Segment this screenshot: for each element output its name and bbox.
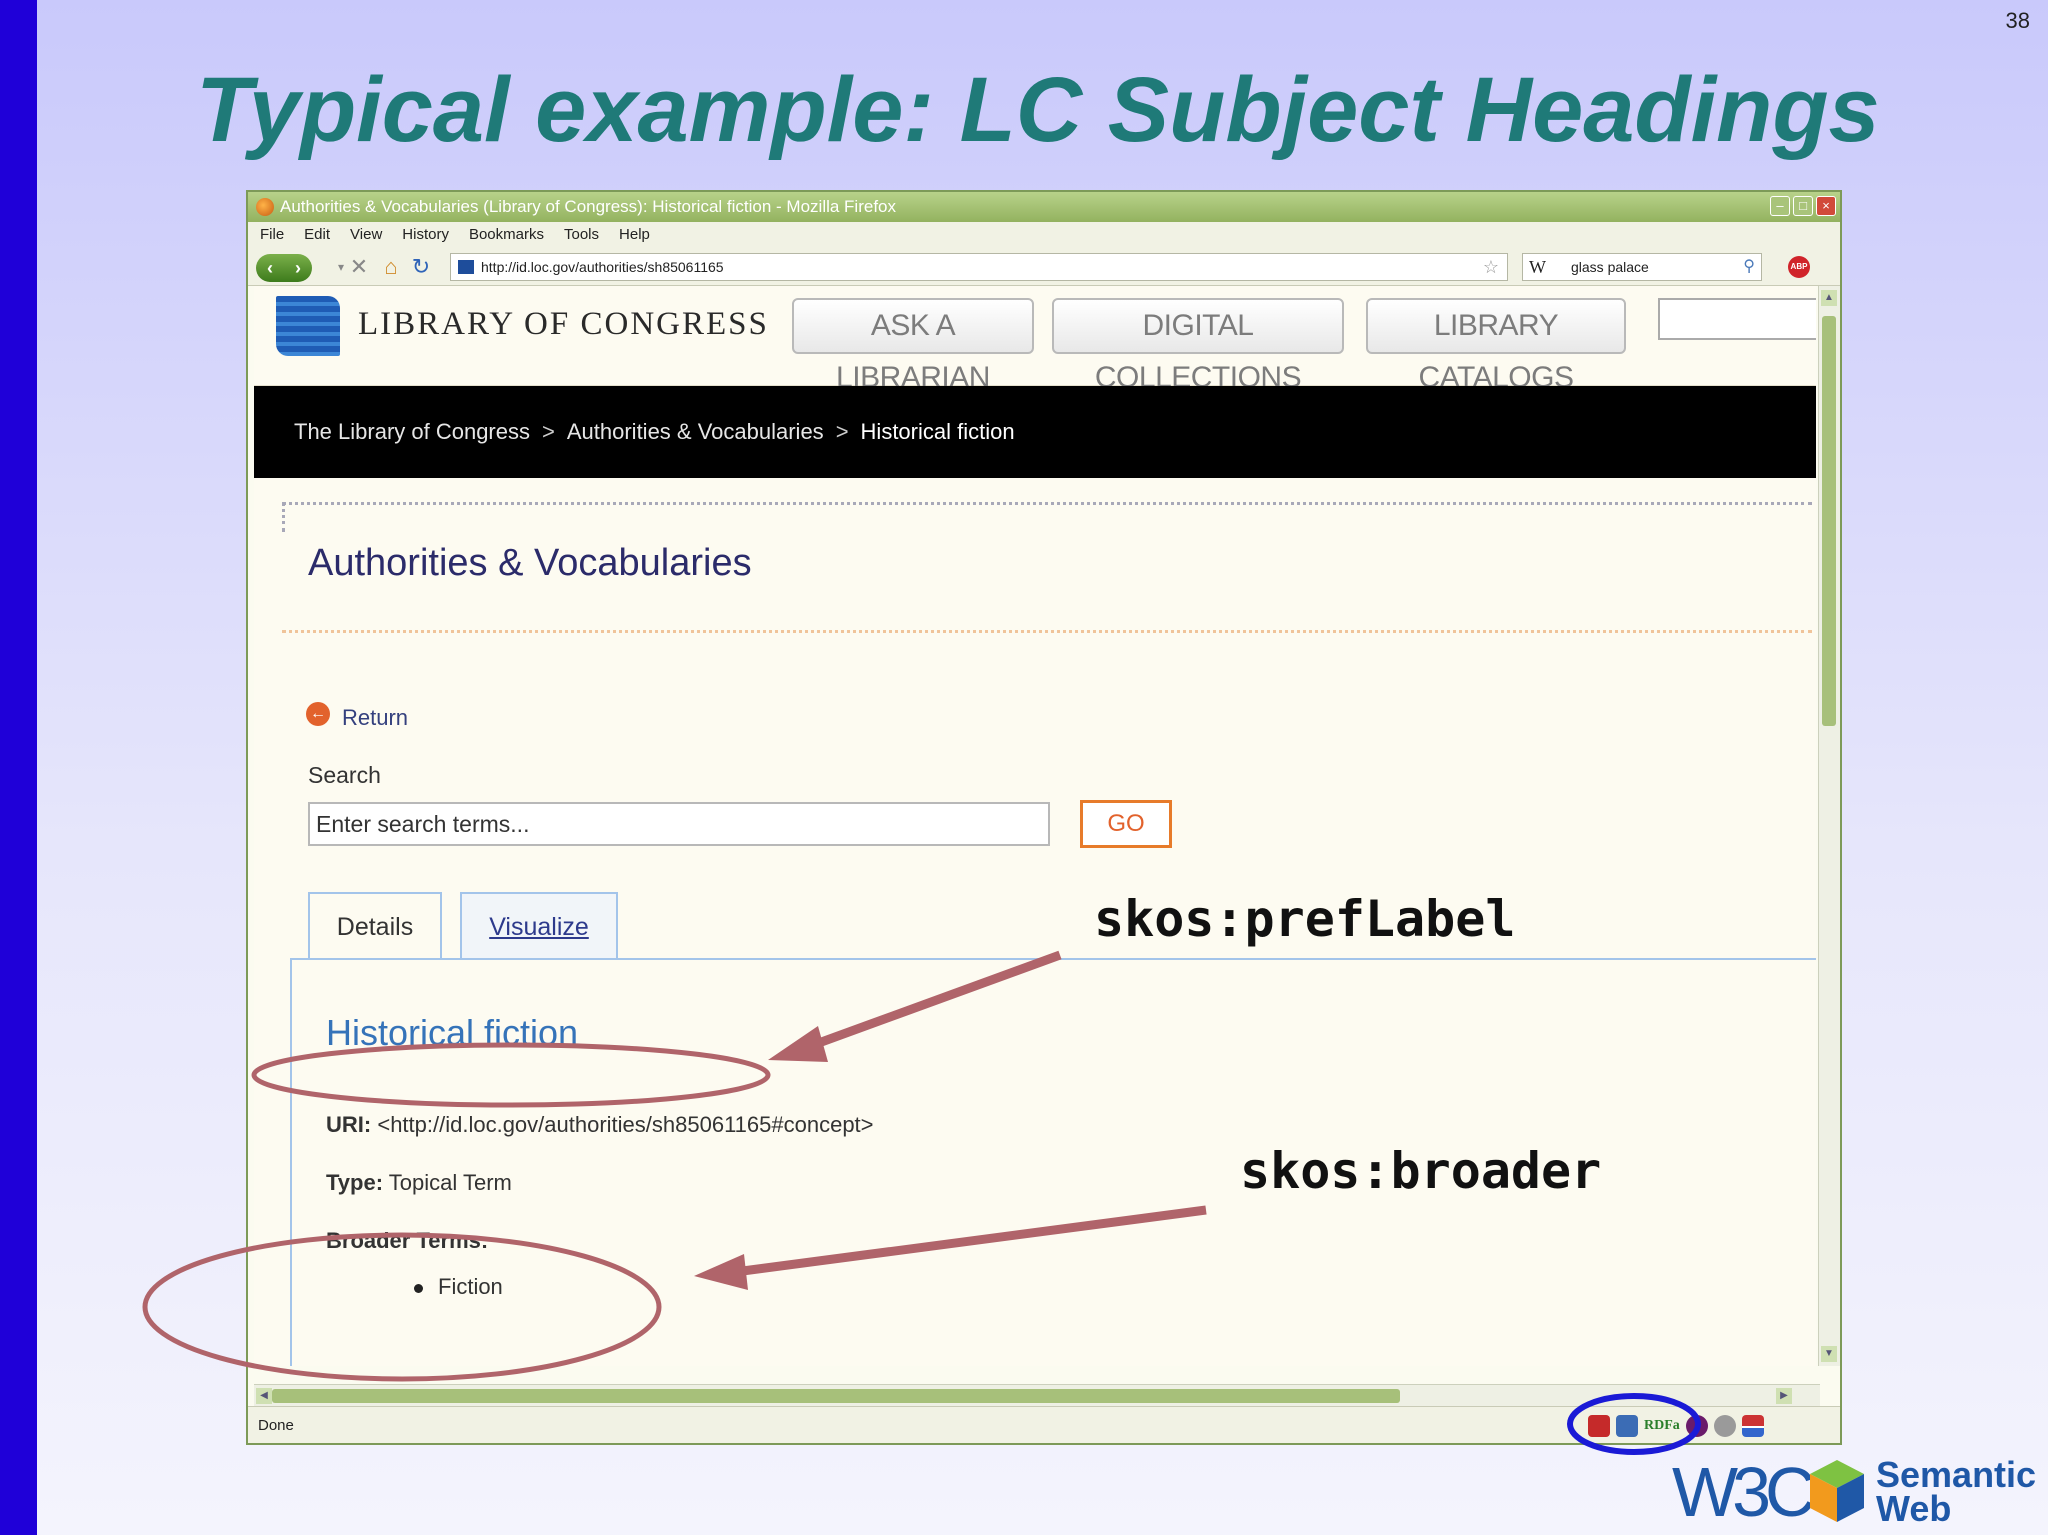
broader-term-fiction[interactable]: Fiction bbox=[438, 1274, 503, 1300]
ask-librarian-button[interactable]: ASK A LIBRARIAN bbox=[792, 298, 1034, 394]
return-arrow-icon[interactable]: ← bbox=[306, 702, 330, 726]
vertical-scroll-thumb[interactable] bbox=[1822, 316, 1836, 726]
semantic-web-line2: Web bbox=[1876, 1488, 1952, 1529]
breadcrumb-separator: > bbox=[835, 419, 849, 444]
type-row: Type: Topical Term bbox=[326, 1170, 512, 1196]
uri-value: <http://id.loc.gov/authorities/sh8506116… bbox=[377, 1112, 874, 1137]
site-favicon bbox=[458, 260, 474, 274]
digital-collections-button[interactable]: DIGITAL COLLECTIONS bbox=[1052, 298, 1344, 394]
search-box-text: glass palace bbox=[1571, 259, 1649, 275]
uri-row: URI: <http://id.loc.gov/authorities/sh85… bbox=[326, 1112, 874, 1138]
search-box[interactable]: W glass palace ⚲ bbox=[1522, 253, 1762, 281]
return-link[interactable]: Return bbox=[342, 705, 408, 731]
status-text: Done bbox=[258, 1417, 294, 1434]
navigation-toolbar: ‹ › ▾ ✕ ⌂ ↻ http://id.loc.gov/authoritie… bbox=[248, 248, 1840, 286]
minimize-button[interactable]: – bbox=[1770, 196, 1790, 216]
purple-addon-icon[interactable] bbox=[1685, 1415, 1708, 1437]
dotted-divider bbox=[282, 502, 1812, 505]
menu-view[interactable]: View bbox=[350, 222, 382, 248]
horizontal-scroll-thumb[interactable] bbox=[272, 1389, 1400, 1403]
semantic-web-cube-icon bbox=[1810, 1460, 1864, 1522]
window-titlebar[interactable]: Authorities & Vocabularies (Library of C… bbox=[248, 192, 1840, 222]
wikipedia-icon[interactable]: W bbox=[1529, 254, 1546, 280]
go-button[interactable]: GO bbox=[1080, 800, 1172, 848]
site-search-input[interactable] bbox=[1658, 298, 1816, 340]
window-title: Authorities & Vocabularies (Library of C… bbox=[280, 197, 897, 216]
scroll-up-icon[interactable]: ▲ bbox=[1821, 290, 1837, 306]
annotation-broader: skos:broader bbox=[1240, 1142, 1602, 1200]
breadcrumb-current: Historical fiction bbox=[860, 419, 1015, 444]
site-name[interactable]: LIBRARY OF CONGRESS bbox=[358, 306, 769, 343]
menu-bookmarks[interactable]: Bookmarks bbox=[469, 222, 544, 248]
dotted-divider bbox=[282, 502, 285, 532]
scroll-right-icon[interactable]: ▶ bbox=[1776, 1388, 1792, 1404]
reload-icon[interactable]: ↻ bbox=[408, 254, 434, 280]
breadcrumb-home[interactable]: The Library of Congress bbox=[294, 419, 530, 444]
close-button[interactable]: × bbox=[1816, 196, 1836, 216]
slide-number: 38 bbox=[2005, 8, 2030, 33]
status-bar: Done RDFa bbox=[248, 1406, 1840, 1443]
url-text: http://id.loc.gov/authorities/sh85061165 bbox=[481, 259, 724, 275]
home-icon[interactable]: ⌂ bbox=[378, 254, 404, 280]
section-title: Authorities & Vocabularies bbox=[308, 542, 752, 584]
menu-edit[interactable]: Edit bbox=[304, 222, 330, 248]
search-input[interactable]: Enter search terms... bbox=[308, 802, 1050, 846]
breadcrumb-separator: > bbox=[542, 419, 555, 444]
semantic-web-line1: Semantic bbox=[1876, 1454, 2037, 1495]
maximize-button[interactable]: □ bbox=[1793, 196, 1813, 216]
firefox-icon bbox=[256, 198, 274, 216]
broader-terms-label: Broader Terms: bbox=[326, 1228, 489, 1253]
link-addon-icon[interactable] bbox=[1713, 1415, 1736, 1437]
magnifier-icon[interactable]: ⚲ bbox=[1743, 254, 1755, 280]
url-bar[interactable]: http://id.loc.gov/authorities/sh85061165… bbox=[450, 253, 1508, 281]
browser-window: Authorities & Vocabularies (Library of C… bbox=[246, 190, 1842, 1445]
tab-divider bbox=[290, 958, 1816, 960]
semantic-web-logo-text: Semantic Web bbox=[1876, 1454, 2037, 1529]
site-header: LIBRARY OF CONGRESS ASK A LIBRARIAN DIGI… bbox=[254, 286, 1816, 394]
content-border bbox=[290, 958, 292, 1366]
back-arrow-icon[interactable]: ‹ bbox=[267, 258, 273, 279]
pdf-addon-icon[interactable] bbox=[1588, 1415, 1610, 1437]
menu-help[interactable]: Help bbox=[619, 222, 650, 248]
breadcrumb: The Library of Congress > Authorities & Vo… bbox=[254, 386, 1816, 478]
horizontal-scrollbar[interactable]: ◀ ▶ bbox=[254, 1384, 1820, 1406]
uri-label: URI: bbox=[326, 1112, 372, 1137]
term-heading: Historical fiction bbox=[326, 1012, 579, 1053]
dotted-divider bbox=[282, 630, 1812, 633]
type-value: Topical Term bbox=[388, 1170, 512, 1195]
vertical-scrollbar[interactable]: ▲ ▼ bbox=[1818, 286, 1840, 1366]
breadcrumb-authorities[interactable]: Authorities & Vocabularies bbox=[567, 419, 824, 444]
scroll-left-icon[interactable]: ◀ bbox=[256, 1388, 272, 1404]
rdfa-addon-icon[interactable]: RDFa bbox=[1644, 1415, 1680, 1437]
share-addon-icon[interactable] bbox=[1616, 1415, 1638, 1437]
loc-logo-icon[interactable] bbox=[276, 296, 340, 356]
flag-addon-icon[interactable] bbox=[1741, 1415, 1764, 1437]
forward-arrow-icon[interactable]: › bbox=[295, 258, 301, 279]
menu-history[interactable]: History bbox=[402, 222, 449, 248]
w3c-logo: W3C bbox=[1672, 1453, 1816, 1531]
annotation-preflabel: skos:prefLabel bbox=[1094, 890, 1516, 948]
back-forward-buttons[interactable]: ‹ › bbox=[256, 254, 312, 282]
adblock-icon[interactable]: ABP bbox=[1788, 256, 1810, 278]
menu-file[interactable]: File bbox=[260, 222, 284, 248]
page-viewport: LIBRARY OF CONGRESS ASK A LIBRARIAN DIGI… bbox=[254, 286, 1816, 1366]
scroll-down-icon[interactable]: ▼ bbox=[1821, 1346, 1837, 1362]
search-label: Search bbox=[308, 762, 381, 788]
tab-details[interactable]: Details bbox=[308, 892, 442, 960]
bookmark-star-icon[interactable]: ☆ bbox=[1483, 254, 1499, 280]
slide-title: Typical example: LC Subject Headings bbox=[196, 59, 1880, 161]
stop-icon[interactable]: ✕ bbox=[346, 254, 372, 280]
bullet-icon bbox=[414, 1284, 423, 1293]
library-catalogs-button[interactable]: LIBRARY CATALOGS bbox=[1366, 298, 1626, 394]
menu-tools[interactable]: Tools bbox=[564, 222, 599, 248]
left-accent-bar bbox=[0, 0, 37, 1535]
menu-bar: File Edit View History Bookmarks Tools H… bbox=[248, 222, 1840, 248]
type-label: Type: bbox=[326, 1170, 384, 1195]
tab-visualize[interactable]: Visualize bbox=[460, 892, 618, 960]
